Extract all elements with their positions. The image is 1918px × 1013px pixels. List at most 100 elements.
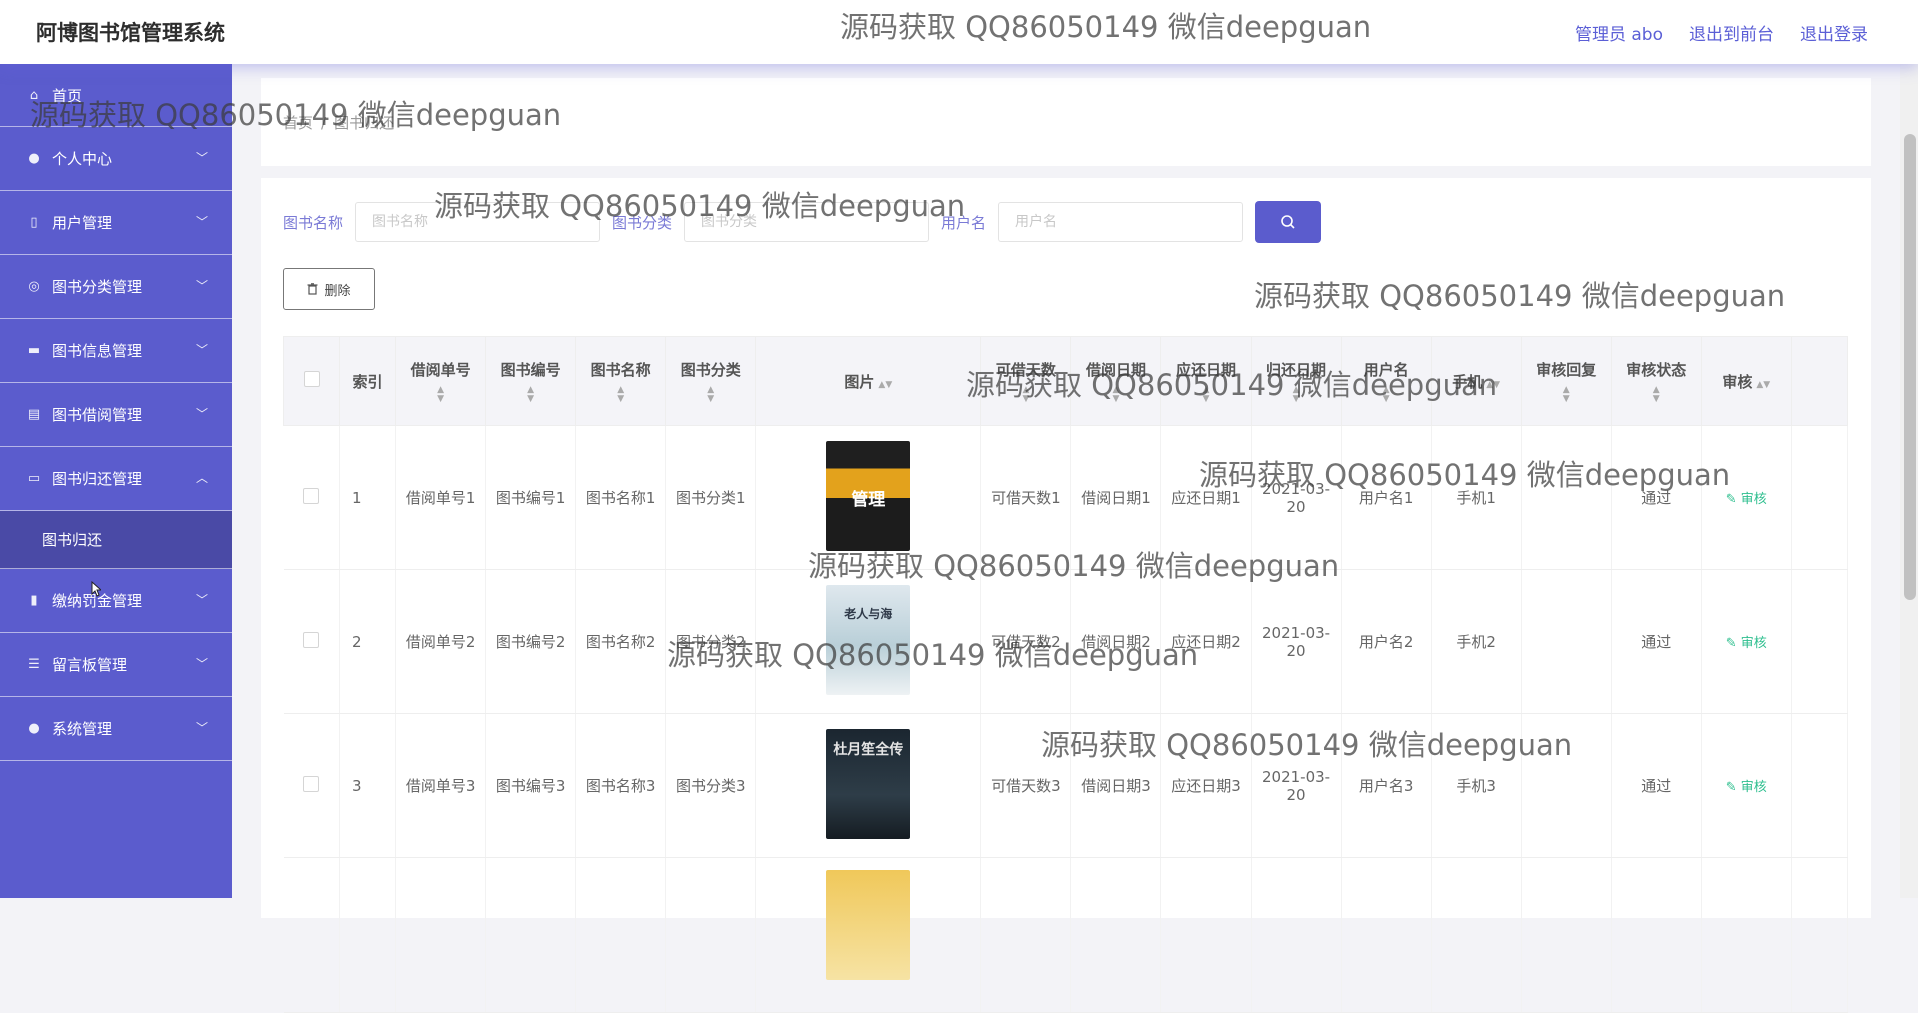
chevron-down-icon: ﹀ <box>195 151 208 165</box>
home-icon: ⌂ <box>29 87 39 103</box>
column-header[interactable]: 审核回复 ▲ ▼ <box>1520 336 1612 426</box>
return-date-cell: 2021-03-20 <box>1251 425 1342 570</box>
book-no-cell: 图书编号2 <box>485 569 577 714</box>
audit-button[interactable]: ✎ 审核 <box>1726 780 1767 795</box>
book-cover-image: 老人与海 <box>826 584 911 695</box>
sort-icon[interactable]: ▲▼ <box>1253 385 1340 404</box>
column-header[interactable]: 图书编号 ▲ ▼ <box>485 336 577 426</box>
sort-icon[interactable]: ▲▼ <box>1756 380 1770 390</box>
breadcrumb-current: 图书归还 <box>334 114 395 132</box>
chevron-down-icon: ﹀ <box>195 343 208 357</box>
sidebar-item-message-board[interactable]: ☰ 留言板管理 ﹀ <box>0 633 232 697</box>
column-header[interactable]: 审核状态 ▲ ▼ <box>1610 336 1702 426</box>
column-header[interactable]: 借阅单号 ▲ ▼ <box>395 336 487 426</box>
search-label-book-name: 图书名称 <box>283 213 344 232</box>
search-label-book-category: 图书分类 <box>612 213 673 232</box>
sidebar-item-label: 用户管理 <box>52 214 113 232</box>
delete-button[interactable]: 删除 <box>283 268 375 310</box>
audit-reply-cell <box>1521 713 1612 858</box>
index-cell: 3 <box>339 713 397 858</box>
column-header[interactable]: 手机 ▲▼ <box>1430 336 1522 426</box>
sort-icon[interactable]: ▲▼ <box>1486 380 1500 390</box>
sort-icon[interactable]: ▲▼ <box>1162 385 1249 404</box>
sort-icon[interactable]: ▲▼ <box>667 385 754 404</box>
days-cell: 可借天数1 <box>980 425 1072 570</box>
borrow-date-cell: 借阅日期1 <box>1070 425 1162 570</box>
sidebar-item-personal-center[interactable]: ● 个人中心 ﹀ <box>0 127 232 191</box>
top-links: 管理员 abo 退出到前台 退出登录 <box>1575 20 1868 45</box>
sort-icon[interactable]: ▲▼ <box>1343 385 1430 404</box>
book-category-input[interactable] <box>684 202 930 242</box>
bar-chart-icon: ▮ <box>30 593 38 608</box>
sidebar-item-fine-management[interactable]: ▮ 缴纳罚金管理 ﹀ <box>0 569 232 633</box>
sort-icon[interactable]: ▲▼ <box>1523 385 1610 404</box>
due-date-cell: 应还日期3 <box>1160 713 1252 858</box>
phone-icon: ▯ <box>30 215 38 230</box>
sidebar-item-book-borrow[interactable]: ▤ 图书借阅管理 ﹀ <box>0 383 232 447</box>
username-input[interactable] <box>998 202 1244 242</box>
sort-icon[interactable]: ▲▼ <box>397 385 484 404</box>
sort-icon[interactable]: ▲▼ <box>878 380 892 390</box>
user-icon: ● <box>28 151 40 166</box>
column-header[interactable]: 审核 ▲▼ <box>1700 336 1792 426</box>
sidebar-item-book-info[interactable]: ▬ 图书信息管理 ﹀ <box>0 319 232 383</box>
actions-cell <box>1791 569 1849 714</box>
sidebar-item-home[interactable]: ⌂ 首页 <box>0 64 232 127</box>
cover-cell: 杜月笙全传 <box>755 713 982 858</box>
chevron-down-icon: ﹀ <box>195 593 208 607</box>
sidebar-item-system[interactable]: ● 系统管理 ﹀ <box>0 697 232 761</box>
column-header[interactable]: 图书分类 ▲ ▼ <box>665 336 757 426</box>
search-label-username: 用户名 <box>941 213 987 232</box>
breadcrumb-home[interactable]: 首页 <box>283 114 313 132</box>
logout-link[interactable]: 退出登录 <box>1800 20 1868 45</box>
sidebar-item-book-return[interactable]: ▭ 图书归还管理 ︿ <box>0 447 232 511</box>
book-no-cell: 图书编号3 <box>485 713 577 858</box>
sort-icon[interactable]: ▲▼ <box>982 385 1069 404</box>
row-checkbox[interactable] <box>303 631 320 648</box>
audit-status-cell: 通过 <box>1611 569 1702 714</box>
back-to-frontend-link[interactable]: 退出到前台 <box>1689 20 1774 45</box>
column-header[interactable]: 用户名 ▲ ▼ <box>1340 336 1432 426</box>
sidebar-item-book-category[interactable]: ◎ 图书分类管理 ﹀ <box>0 255 232 319</box>
audit-button[interactable]: ✎ 审核 <box>1726 636 1767 651</box>
column-header[interactable]: 归还日期 ▲ ▼ <box>1250 336 1342 426</box>
select-all-checkbox[interactable] <box>303 371 320 387</box>
scrollbar-thumb[interactable] <box>1904 134 1916 600</box>
due-date-cell: 应还日期2 <box>1160 569 1252 714</box>
borrow-no-cell: 借阅单号3 <box>395 713 487 858</box>
search-button[interactable] <box>1255 201 1322 243</box>
sidebar-item-label: 图书借阅管理 <box>52 406 143 424</box>
page-scrollbar[interactable] <box>1900 64 1918 898</box>
return-table: 索引 借阅单号 ▲ ▼ 图书编号 ▲ ▼ 图书名称 ▲ ▼ 图书分类 ▲ ▼ 图片 ▲▼ 可借天数… <box>282 336 1849 1013</box>
column-header[interactable]: 可借天数 ▲ ▼ <box>980 336 1072 426</box>
row-checkbox[interactable] <box>303 487 320 504</box>
sort-icon[interactable]: ▲▼ <box>1072 385 1159 404</box>
audit-status-cell: 通过 <box>1611 425 1702 570</box>
column-header[interactable]: 图书名称 ▲ ▼ <box>575 336 667 426</box>
sidebar-subitem-book-return[interactable]: 图书归还 <box>0 511 232 569</box>
edit-icon: ✎ <box>1725 780 1741 795</box>
top-header: 阿博图书馆管理系统 管理员 abo 退出到前台 退出登录 <box>0 0 1918 64</box>
book-name-input[interactable] <box>355 202 601 242</box>
column-header[interactable]: 借阅日期 ▲ ▼ <box>1070 336 1162 426</box>
book-cover-image: 杜月笙全传 <box>826 728 911 839</box>
list-icon: ☰ <box>28 657 40 672</box>
sort-icon[interactable]: ▲▼ <box>1613 385 1700 404</box>
row-checkbox[interactable] <box>303 775 320 792</box>
audit-button[interactable]: ✎ 审核 <box>1726 492 1767 507</box>
chevron-down-icon: ﹀ <box>195 215 208 229</box>
delete-label: 删除 <box>324 283 351 299</box>
sort-icon[interactable]: ▲▼ <box>577 385 664 404</box>
column-header[interactable]: 应还日期 ▲ ▼ <box>1160 336 1252 426</box>
sidebar-item-user-management[interactable]: ▯ 用户管理 ﹀ <box>0 191 232 255</box>
borrow-no-cell: 借阅单号2 <box>395 569 487 714</box>
audit-status-cell: 通过 <box>1611 713 1702 858</box>
column-header[interactable]: 图片 ▲▼ <box>755 336 982 426</box>
table-header-row: 索引 借阅单号 ▲ ▼ 图书编号 ▲ ▼ 图书名称 ▲ ▼ 图书分类 ▲ ▼ 图片 ▲▼ 可借天数… <box>282 336 1849 426</box>
admin-user-link[interactable]: 管理员 abo <box>1575 20 1663 45</box>
monitor-icon: ▭ <box>27 471 41 486</box>
sort-icon[interactable]: ▲▼ <box>487 385 574 404</box>
actions-cell <box>1791 713 1849 858</box>
palette-icon: ● <box>28 721 40 736</box>
table-row: 3 借阅单号3 图书编号3 图书名称3 图书分类3 杜月笙全传 可借天数3 借阅… <box>283 713 1849 858</box>
